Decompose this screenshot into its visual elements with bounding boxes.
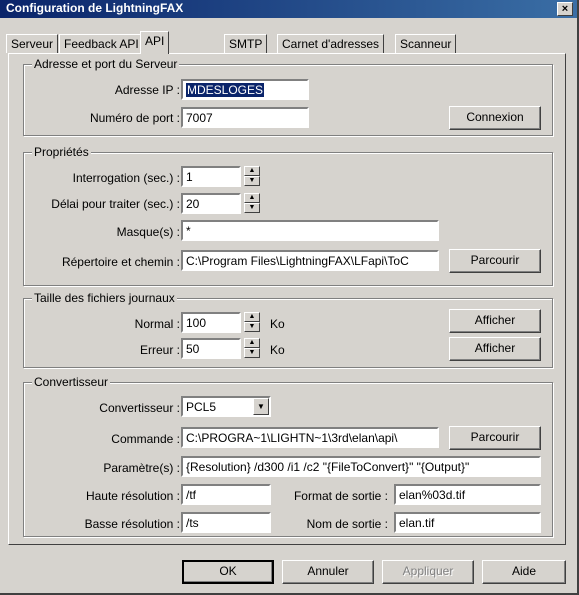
directory-field[interactable]: C:\Program Files\LightningFAX\LFapi\ToC — [181, 250, 439, 271]
browse-command-button[interactable]: Parcourir — [449, 426, 541, 450]
params-field[interactable]: {Resolution} /d300 /i1 /c2 "{FileToConve… — [181, 456, 541, 477]
spin-down-icon[interactable]: ▼ — [244, 322, 260, 332]
tab-feedback-api[interactable]: Feedback API — [59, 34, 144, 53]
title-bar: Configuration de LightningFAX × — [0, 0, 577, 18]
high-res-field[interactable]: /tf — [181, 484, 271, 505]
log-size-group: Taille des fichiers journaux Normal : 10… — [23, 291, 553, 368]
tab-api[interactable]: API — [140, 31, 170, 54]
window-title: Configuration de LightningFAX — [6, 1, 184, 15]
api-tab-panel: Adresse et port du Serveur Adresse IP : … — [8, 53, 566, 545]
params-label: Paramètre(s) : — [103, 461, 180, 475]
help-button[interactable]: Aide — [482, 560, 566, 584]
spin-up-icon[interactable]: ▲ — [244, 193, 260, 203]
tab-smtp[interactable]: SMTP — [224, 34, 268, 53]
converter-group-title: Convertisseur — [32, 375, 111, 389]
command-label: Commande : — [111, 432, 180, 446]
properties-group: Propriétés Interrogation (sec.) : 1 ▲ ▼ … — [23, 145, 553, 286]
ok-button[interactable]: OK — [182, 560, 274, 584]
tab-scanneur[interactable]: Scanneur — [395, 34, 457, 53]
ip-address-field[interactable]: MDESLOGES — [181, 79, 309, 100]
converter-group: Convertisseur Convertisseur : PCL5 ▼ Com… — [23, 375, 553, 537]
polling-label: Interrogation (sec.) : — [72, 171, 180, 185]
cancel-button[interactable]: Annuler — [282, 560, 374, 584]
server-group: Adresse et port du Serveur Adresse IP : … — [23, 57, 553, 136]
polling-spinner[interactable]: ▲ ▼ — [244, 166, 260, 187]
output-name-label: Nom de sortie : — [306, 517, 388, 531]
low-res-field[interactable]: /ts — [181, 512, 271, 533]
normal-log-field[interactable]: 100 — [181, 312, 241, 333]
normal-log-spinner[interactable]: ▲ ▼ — [244, 312, 260, 333]
error-log-unit: Ko — [270, 343, 285, 357]
ip-address-value: MDESLOGES — [186, 83, 265, 97]
normal-log-label: Normal : — [134, 317, 180, 331]
delay-label: Délai pour traiter (sec.) : — [51, 197, 180, 211]
polling-field[interactable]: 1 — [181, 166, 241, 187]
directory-label: Répertoire et chemin : — [61, 255, 180, 269]
dialog-button-bar: OK Annuler Appliquer Aide — [0, 550, 577, 593]
port-label: Numéro de port : — [89, 111, 180, 125]
error-log-label: Erreur : — [139, 343, 180, 357]
tab-carnet-adresses[interactable]: Carnet d'adresses — [277, 34, 385, 53]
output-format-field[interactable]: elan%03d.tif — [394, 484, 541, 505]
converter-label: Convertisseur : — [99, 401, 180, 415]
mask-field[interactable]: * — [181, 220, 439, 241]
error-log-field[interactable]: 50 — [181, 338, 241, 359]
ip-label: Adresse IP : — [114, 83, 180, 97]
converter-select[interactable]: PCL5 ▼ — [181, 396, 271, 417]
chevron-down-icon[interactable]: ▼ — [253, 398, 269, 415]
low-res-label: Basse résolution : — [84, 517, 180, 531]
server-group-title: Adresse et port du Serveur — [32, 57, 180, 71]
output-format-label: Format de sortie : — [293, 489, 388, 503]
show-error-log-button[interactable]: Afficher — [449, 337, 541, 361]
command-field[interactable]: C:\PROGRA~1\LIGHTN~1\3rd\elan\api\ — [181, 427, 439, 448]
config-window: Configuration de LightningFAX × Serveur … — [0, 0, 579, 595]
properties-group-title: Propriétés — [32, 145, 91, 159]
mask-label: Masque(s) : — [116, 225, 180, 239]
spin-up-icon[interactable]: ▲ — [244, 338, 260, 348]
converter-selected-value: PCL5 — [186, 400, 217, 414]
log-size-group-title: Taille des fichiers journaux — [32, 291, 177, 305]
spin-down-icon[interactable]: ▼ — [244, 176, 260, 186]
spin-up-icon[interactable]: ▲ — [244, 312, 260, 322]
output-name-field[interactable]: elan.tif — [394, 512, 541, 533]
normal-log-unit: Ko — [270, 317, 285, 331]
delay-field[interactable]: 20 — [181, 193, 241, 214]
spin-up-icon[interactable]: ▲ — [244, 166, 260, 176]
high-res-label: Haute résolution : — [85, 489, 180, 503]
show-normal-log-button[interactable]: Afficher — [449, 309, 541, 333]
port-field[interactable]: 7007 — [181, 107, 309, 128]
connect-button[interactable]: Connexion — [449, 106, 541, 130]
tab-serveur[interactable]: Serveur — [6, 34, 59, 53]
close-icon[interactable]: × — [557, 2, 573, 16]
browse-directory-button[interactable]: Parcourir — [449, 249, 541, 273]
apply-button[interactable]: Appliquer — [382, 560, 474, 584]
error-log-spinner[interactable]: ▲ ▼ — [244, 338, 260, 359]
spin-down-icon[interactable]: ▼ — [244, 203, 260, 213]
delay-spinner[interactable]: ▲ ▼ — [244, 193, 260, 214]
spin-down-icon[interactable]: ▼ — [244, 348, 260, 358]
